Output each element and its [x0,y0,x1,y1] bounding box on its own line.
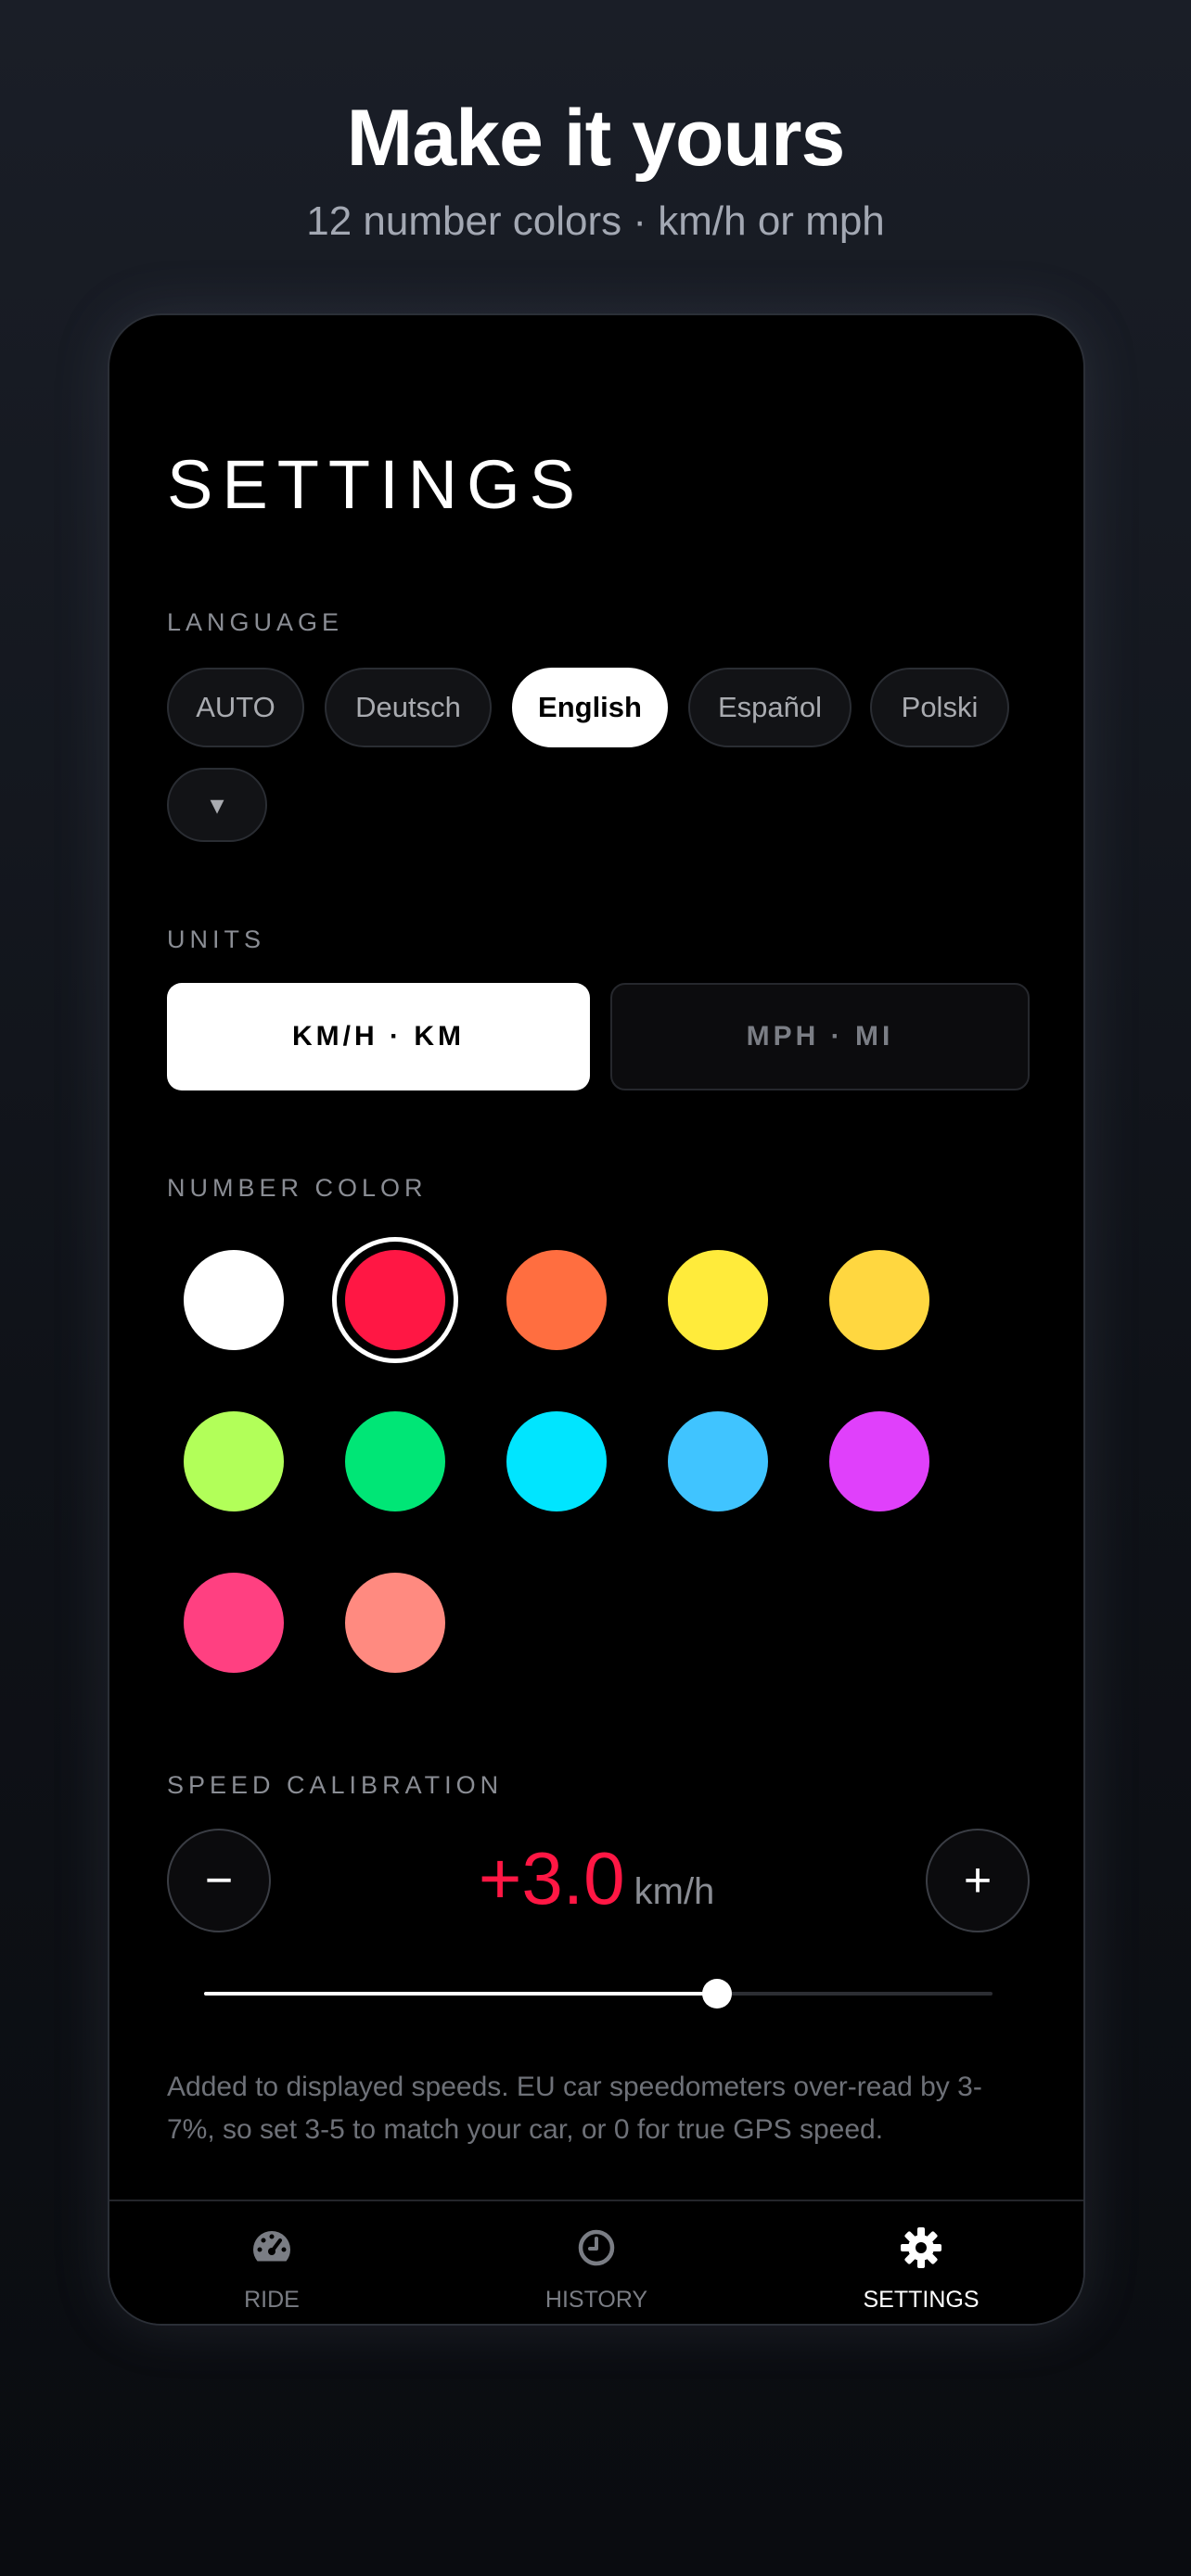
color-swatch-11[interactable] [184,1573,284,1673]
screen-title: SETTINGS [167,446,585,523]
tab-history-label: HISTORY [544,2287,648,2313]
color-swatch-1[interactable] [184,1250,284,1350]
units-kmh-button[interactable]: KM/H · KM [167,983,590,1090]
tab-ride[interactable]: RIDE [109,2201,434,2324]
language-chip-deutsch[interactable]: Deutsch [325,668,492,747]
color-swatch-7[interactable] [345,1411,445,1511]
calibration-unit: km/h [634,1871,715,1912]
color-swatch-6[interactable] [184,1411,284,1511]
tab-settings[interactable]: SETTINGS [759,2201,1083,2324]
color-swatch-10[interactable] [829,1411,929,1511]
tab-settings-label: SETTINGS [863,2287,980,2313]
tab-bar: RIDE HISTORY SETTINGS [109,2200,1083,2324]
speedometer-icon [253,2231,290,2262]
language-chip-polski[interactable]: Polski [870,668,1009,747]
tab-history[interactable]: HISTORY [434,2201,759,2324]
units-label: UNITS [167,925,265,953]
language-label: LANGUAGE [167,608,344,636]
color-swatch-9[interactable] [668,1411,768,1511]
promo-subtitle: 12 number colors · km/h or mph [306,198,885,244]
chevron-down-icon: ▾ [210,789,224,821]
calibration-note: Added to displayed speeds. EU car speedo… [167,2072,982,2145]
tab-ride-label: RIDE [244,2287,300,2313]
gear-icon [901,2227,941,2268]
calibration-slider[interactable] [204,1979,992,2009]
plus-icon: + [963,1854,992,1907]
promo-title: Make it yours [346,94,846,183]
color-swatch-4[interactable] [668,1250,768,1350]
calibration-slider-thumb[interactable] [701,1979,732,2009]
phone-frame: SETTINGS LANGUAGE AUTO Deutsch English E… [108,313,1085,2326]
language-chip-auto[interactable]: AUTO [167,668,304,747]
calibration-increase-button[interactable]: + [926,1829,1030,1932]
number-color-label: NUMBER COLOR [167,1174,428,1202]
color-swatch-8[interactable] [506,1411,607,1511]
speed-calibration-label: SPEED CALIBRATION [167,1771,504,1799]
clock-icon [578,2229,615,2266]
color-swatch-12[interactable] [345,1573,445,1673]
language-more-button[interactable]: ▾ [167,768,267,842]
calibration-slider-fill [204,1992,717,1996]
color-swatch-5[interactable] [829,1250,929,1350]
color-swatch-3[interactable] [506,1250,607,1350]
language-chip-espanol[interactable]: Español [688,668,852,747]
color-swatch-2[interactable] [345,1250,445,1350]
language-chip-english[interactable]: English [512,668,668,747]
units-mph-button[interactable]: MPH · MI [610,983,1030,1090]
calibration-value: +3.0 [478,1837,625,1919]
